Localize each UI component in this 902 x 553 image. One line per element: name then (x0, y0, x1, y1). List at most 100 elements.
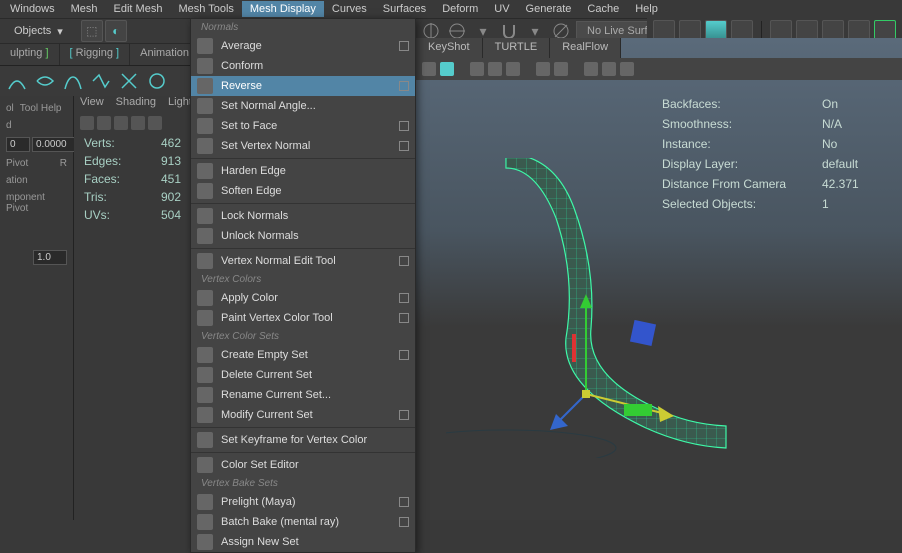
number-input[interactable] (6, 137, 30, 152)
dropdown-item[interactable]: Lock Normals (191, 206, 415, 226)
hud-icon[interactable] (97, 116, 111, 130)
viewport[interactable]: KeyShot TURTLE RealFlow Backfaces:OnSmoo… (416, 38, 902, 520)
menu-item-label: Assign New Set (221, 536, 409, 548)
panel-item[interactable]: mponent Pivot (4, 189, 69, 217)
curve-tool-icon[interactable] (88, 68, 114, 94)
menu-cache[interactable]: Cache (579, 1, 627, 17)
option-box-icon[interactable] (399, 410, 409, 420)
option-box-icon[interactable] (399, 497, 409, 507)
menu-surfaces[interactable]: Surfaces (375, 1, 434, 17)
panel-item[interactable]: R (60, 158, 67, 169)
option-box-icon[interactable] (399, 517, 409, 527)
viewport-icon[interactable] (584, 62, 598, 76)
dropdown-item[interactable]: Assign New Set (191, 532, 415, 552)
mode-tab-sculpting[interactable]: ulpting ] (0, 44, 60, 65)
menu-item-label: Set Keyframe for Vertex Color (221, 434, 409, 446)
menu-item-label: Color Set Editor (221, 459, 409, 471)
curve-tool-icon[interactable] (144, 68, 170, 94)
panel-item[interactable]: ation (4, 172, 69, 189)
viewport-icon[interactable] (536, 62, 550, 76)
option-box-icon[interactable] (399, 81, 409, 91)
menu-curves[interactable]: Curves (324, 1, 375, 17)
tool-icon[interactable]: ⬚ (81, 20, 103, 42)
hud-icon[interactable] (80, 116, 94, 130)
hud-tab-shading[interactable]: Shading (116, 96, 156, 114)
dropdown-item[interactable]: Batch Bake (mental ray) (191, 512, 415, 532)
menu-windows[interactable]: Windows (2, 1, 63, 17)
dropdown-item[interactable]: Harden Edge (191, 161, 415, 181)
dropdown-item[interactable]: Set Vertex Normal (191, 136, 415, 156)
shelf-dropdown[interactable]: Objects ▾ (0, 22, 77, 41)
menu-item-icon (197, 183, 213, 199)
menu-item-label: Apply Color (221, 292, 395, 304)
hud-icon[interactable] (148, 116, 162, 130)
panel-item[interactable]: Pivot (6, 158, 28, 169)
menu-item-icon (197, 407, 213, 423)
menu-mesh-tools[interactable]: Mesh Tools (170, 1, 241, 17)
viewport-icon[interactable] (554, 62, 568, 76)
dropdown-item[interactable]: Modify Current Set (191, 405, 415, 425)
option-box-icon[interactable] (399, 121, 409, 131)
renderer-tab-realflow[interactable]: RealFlow (550, 38, 621, 58)
menu-edit-mesh[interactable]: Edit Mesh (106, 1, 171, 17)
dropdown-item[interactable]: Unlock Normals (191, 226, 415, 246)
menu-uv[interactable]: UV (486, 1, 517, 17)
dropdown-item[interactable]: Reverse (191, 76, 415, 96)
renderer-tab-keyshot[interactable]: KeyShot (416, 38, 483, 58)
dropdown-item[interactable]: Set Keyframe for Vertex Color (191, 430, 415, 450)
dropdown-item[interactable]: Apply Color (191, 288, 415, 308)
curve-tool-icon[interactable] (32, 68, 58, 94)
number-input[interactable] (33, 250, 67, 265)
option-box-icon[interactable] (399, 313, 409, 323)
hud-panel: View Shading Lighting Verts:462Edges:913… (74, 96, 192, 520)
dropdown-item[interactable]: Create Empty Set (191, 345, 415, 365)
viewport-icon[interactable] (422, 62, 436, 76)
menu-deform[interactable]: Deform (434, 1, 486, 17)
dropdown-item[interactable]: Vertex Normal Edit Tool (191, 251, 415, 271)
panel-item[interactable]: d (4, 117, 69, 134)
dropdown-item[interactable]: Paint Vertex Color Tool (191, 308, 415, 328)
menu-item-label: Delete Current Set (221, 369, 409, 381)
menu-item-icon (197, 367, 213, 383)
curve-tool-icon[interactable] (116, 68, 142, 94)
dropdown-item[interactable]: Rename Current Set... (191, 385, 415, 405)
menu-item-icon (197, 118, 213, 134)
hud-tab-view[interactable]: View (80, 96, 104, 114)
option-box-icon[interactable] (399, 141, 409, 151)
menu-mesh[interactable]: Mesh (63, 1, 106, 17)
hud-stat: Verts:462 (74, 134, 191, 152)
hud-icon[interactable] (114, 116, 128, 130)
curve-tool-icon[interactable] (4, 68, 30, 94)
move-manipulator[interactable] (546, 274, 686, 434)
curve-tool-icon[interactable] (60, 68, 86, 94)
dropdown-section-header: Vertex Color Sets (191, 328, 415, 345)
viewport-icon[interactable] (470, 62, 484, 76)
dropdown-item[interactable]: Set Normal Angle... (191, 96, 415, 116)
option-box-icon[interactable] (399, 256, 409, 266)
dropdown-item[interactable]: Prelight (Maya) (191, 492, 415, 512)
option-box-icon[interactable] (399, 293, 409, 303)
hud-icon[interactable] (131, 116, 145, 130)
menu-generate[interactable]: Generate (518, 1, 580, 17)
viewport-icon[interactable] (602, 62, 616, 76)
tab[interactable]: ol (6, 103, 14, 114)
dropdown-item[interactable]: Set to Face (191, 116, 415, 136)
dropdown-item[interactable]: Delete Current Set (191, 365, 415, 385)
viewport-icon[interactable] (488, 62, 502, 76)
dropdown-item[interactable]: Soften Edge (191, 181, 415, 201)
mode-tab-rigging[interactable]: [ Rigging ] (60, 44, 131, 65)
renderer-tab-turtle[interactable]: TURTLE (483, 38, 551, 58)
tab[interactable]: Tool Help (20, 103, 62, 114)
menu-mesh-display[interactable]: Mesh Display (242, 1, 324, 17)
viewport-icon[interactable] (440, 62, 454, 76)
menu-help[interactable]: Help (627, 1, 666, 17)
viewport-icon[interactable] (506, 62, 520, 76)
dropdown-item[interactable]: Average (191, 36, 415, 56)
option-box-icon[interactable] (399, 41, 409, 51)
hud-row: Instance:No (662, 134, 886, 154)
dropdown-item[interactable]: Conform (191, 56, 415, 76)
viewport-icon[interactable] (620, 62, 634, 76)
dropdown-item[interactable]: Color Set Editor (191, 455, 415, 475)
tool-icon[interactable]: ◐ (105, 20, 127, 42)
option-box-icon[interactable] (399, 350, 409, 360)
